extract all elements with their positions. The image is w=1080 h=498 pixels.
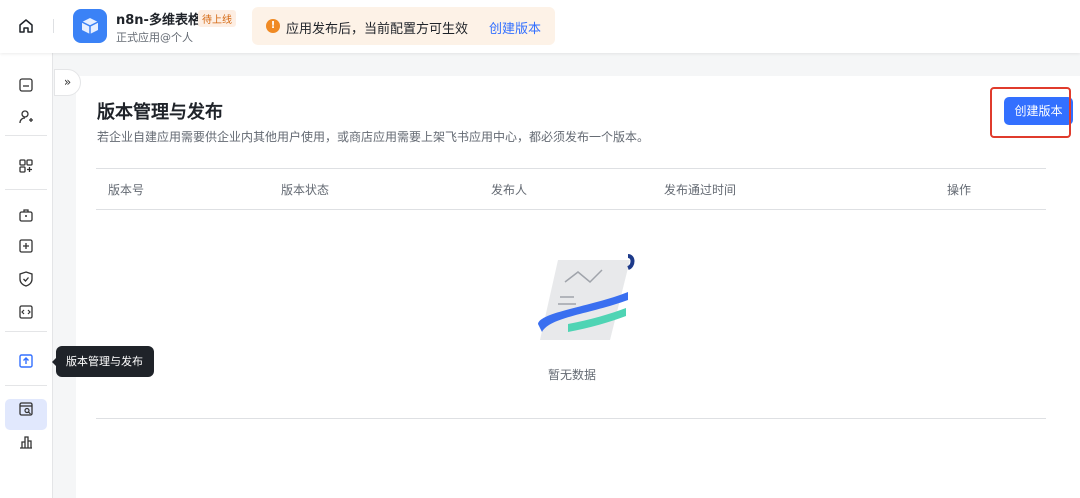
notice-banner: ! 应用发布后，当前配置方可生效 创建版本 <box>252 7 555 45</box>
member-add-icon[interactable] <box>17 108 35 126</box>
app-logo <box>73 9 107 43</box>
column-header-version: 版本号 <box>108 183 145 197</box>
page-description: 若企业自建应用需要供企业内其他用户使用，或商店应用需要上架飞书应用中心，都必须发… <box>97 130 650 144</box>
warning-icon: ! <box>266 19 280 33</box>
divider <box>5 189 47 190</box>
column-header-publisher: 发布人 <box>491 183 528 197</box>
table-bottom-border <box>96 418 1046 419</box>
expand-sidebar-button[interactable]: » <box>54 69 81 96</box>
column-header-approved-time: 发布通过时间 <box>664 183 737 197</box>
create-version-link[interactable]: 创建版本 <box>489 18 541 37</box>
add-capability-icon[interactable] <box>17 157 35 175</box>
highlight-box <box>990 87 1071 138</box>
divider <box>5 331 47 332</box>
app-name: n8n-多维表格 <box>116 13 201 28</box>
sidebar <box>0 53 53 498</box>
divider <box>53 19 54 33</box>
shield-check-icon[interactable] <box>17 270 35 288</box>
page-title: 版本管理与发布 <box>97 102 223 123</box>
sidebar-tooltip: 版本管理与发布 <box>52 346 154 377</box>
empty-state-text: 暂无数据 <box>547 368 596 382</box>
top-bar: n8n-多维表格 待上线 正式应用@个人 ! 应用发布后，当前配置方可生效 创建… <box>0 0 1080 53</box>
table-header-border <box>96 209 1046 210</box>
table-top-border <box>96 168 1046 169</box>
briefcase-icon[interactable] <box>17 206 35 224</box>
divider <box>5 385 47 386</box>
code-icon[interactable] <box>17 303 35 321</box>
column-header-actions: 操作 <box>947 183 972 197</box>
status-badge: 待上线 <box>198 10 236 27</box>
event-subscription-icon[interactable] <box>17 237 35 255</box>
bar-chart-icon[interactable] <box>17 433 35 451</box>
basic-info-icon[interactable] <box>17 76 35 94</box>
app-review-icon[interactable] <box>17 400 35 418</box>
notice-text: 应用发布后，当前配置方可生效 <box>286 22 469 37</box>
empty-illustration-icon <box>538 254 635 340</box>
upload-icon[interactable] <box>17 352 35 370</box>
home-icon[interactable] <box>17 17 35 35</box>
app-subtitle: 正式应用@个人 <box>116 31 193 44</box>
divider <box>5 135 47 136</box>
column-header-status: 版本状态 <box>281 183 330 197</box>
